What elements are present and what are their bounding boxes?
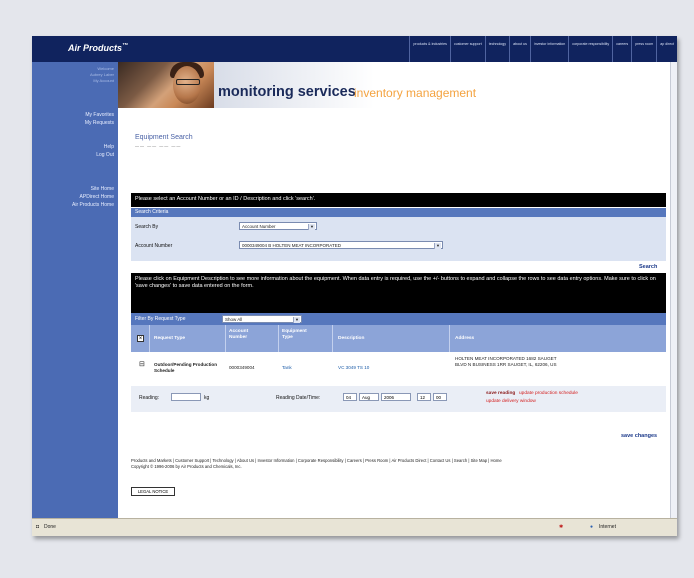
save-changes-link[interactable]: save changes (621, 433, 657, 439)
search-by-label: Search By (135, 224, 159, 230)
top-nav: products & industries customer support t… (409, 36, 677, 62)
globe-icon: ● (590, 524, 594, 530)
nav-careers[interactable]: careers (612, 36, 631, 62)
status-text: Done (44, 524, 56, 530)
day-select[interactable]: 04 (343, 393, 357, 401)
account-number-value: 0000349004 B HOLTEN MEAT INCORPORATED (242, 243, 341, 248)
cell-account-number: 0000349004 (229, 365, 255, 370)
reading-input[interactable] (171, 393, 201, 401)
page-title: Equipment Search (135, 134, 193, 141)
year-select[interactable]: 2006 (381, 393, 411, 401)
instructions-search: Please select an Account Number or an ID… (131, 193, 666, 207)
sidebar-site-home[interactable]: Site Home (91, 186, 114, 192)
top-navigation-bar: Air Products™ products & industries cust… (32, 36, 677, 62)
sidebar-air-products-home[interactable]: Air Products Home (72, 202, 114, 208)
copyright: Copyright © 1996-2006 by Air Products an… (131, 464, 242, 469)
page-subtitle: —— —— —— —— (135, 143, 182, 148)
footer: Products and Markets | Customer Support … (131, 458, 671, 470)
sidebar-user-name: Aubrey Laber (89, 72, 114, 77)
sidebar-apdirect-home[interactable]: APDirect Home (80, 194, 114, 200)
hour-select[interactable]: 12 (417, 393, 431, 401)
reading-date-label: Reading Date/Time: (276, 395, 321, 401)
search-criteria-panel: Search By Account Number ▼ Account Numbe… (131, 217, 666, 261)
month-select[interactable]: Aug (359, 393, 379, 401)
filter-value: Show All (225, 317, 243, 322)
legal-notice-button[interactable]: LEGAL NOTICE (131, 487, 175, 496)
update-delivery-window-link[interactable]: update delivery window (486, 398, 536, 405)
banner: monitoring services inventory management (118, 62, 677, 112)
nav-about-us[interactable]: about us (509, 36, 530, 62)
instructions-equipment: Please click on Equipment Description to… (131, 273, 666, 313)
left-sidebar: Welcome Aubrey Laber My Account My Favor… (32, 62, 118, 518)
sidebar-my-requests[interactable]: My Requests (85, 120, 114, 126)
search-by-select[interactable]: Account Number ▼ (239, 222, 317, 230)
select-all-checkbox[interactable]: × (137, 335, 144, 342)
account-number-label: Account Number (135, 243, 173, 249)
sidebar-welcome: Welcome (97, 66, 114, 71)
sidebar-log-out[interactable]: Log Out (96, 152, 114, 158)
brand-title: monitoring services (218, 84, 356, 100)
chevron-down-icon: ▼ (434, 243, 441, 249)
company-logo[interactable]: Air Products™ (68, 43, 128, 53)
chevron-down-icon: ▼ (308, 224, 315, 230)
security-icon: ✱ (559, 524, 564, 530)
col-address[interactable]: Address (455, 336, 474, 342)
expand-row-icon[interactable]: ⊟ (139, 361, 145, 368)
chevron-down-icon: ▼ (293, 317, 300, 323)
search-link[interactable]: Search (639, 264, 657, 270)
sidebar-my-account[interactable]: My Account (93, 78, 114, 83)
col-request-type[interactable]: Request Type (154, 336, 185, 342)
sidebar-help[interactable]: Help (104, 144, 114, 150)
nav-products[interactable]: products & industries (409, 36, 450, 62)
cell-request-type: Outdoor/Pending Production Schedule (154, 362, 218, 373)
search-criteria-header: Search Criteria (131, 208, 666, 217)
nav-investor[interactable]: investor information (529, 36, 568, 62)
reading-unit: kg (204, 395, 210, 401)
ie-page-icon: ◘ (36, 524, 40, 530)
table-row: ⊟ Outdoor/Pending Production Schedule 00… (131, 352, 666, 386)
col-equipment-type[interactable]: Equipment Type (282, 329, 318, 341)
col-description[interactable]: Description (338, 336, 364, 342)
banner-photo (118, 62, 214, 108)
search-by-value: Account Number (242, 224, 276, 229)
cell-equipment-type[interactable]: Tank (282, 365, 292, 371)
table-header: × Request Type Account Number Equipment … (131, 325, 666, 352)
nav-press-room[interactable]: press room (631, 36, 656, 62)
cell-address: HOLTEN MEAT INCORPORATED 1682 SAUGET BLV… (455, 356, 557, 367)
vertical-scrollbar[interactable] (670, 62, 677, 518)
brand-subtitle: inventory management (354, 86, 477, 100)
nav-corporate-responsibility[interactable]: corporate responsibility (568, 36, 612, 62)
filter-label: Filter By Request Type (135, 316, 186, 322)
account-number-select[interactable]: 0000349004 B HOLTEN MEAT INCORPORATED ▼ (239, 241, 443, 249)
browser-window: Air Products™ products & industries cust… (32, 36, 677, 536)
data-entry-row: Reading: kg Reading Date/Time: 04 Aug 20… (131, 386, 666, 412)
cell-description-link[interactable]: VC 3049 TS 10 (338, 365, 369, 371)
nav-technology[interactable]: technology (484, 36, 509, 62)
filter-select[interactable]: Show All ▼ (222, 315, 302, 323)
filter-bar: Filter By Request Type Show All ▼ (131, 313, 666, 325)
nav-ap-direct[interactable]: ap direct (656, 36, 677, 62)
status-bar: ◘ Done ✱ ● Internet (32, 518, 677, 536)
minute-select[interactable]: 00 (433, 393, 447, 401)
zone-text: Internet (599, 524, 616, 530)
nav-customer-support[interactable]: customer support (449, 36, 485, 62)
save-reading-link[interactable]: save reading (486, 390, 515, 397)
reading-label: Reading: (139, 395, 160, 401)
col-account-number[interactable]: Account Number (229, 329, 265, 341)
sidebar-my-favorites[interactable]: My Favorites (85, 112, 114, 118)
update-production-schedule-link[interactable]: update production schedule (519, 390, 578, 397)
